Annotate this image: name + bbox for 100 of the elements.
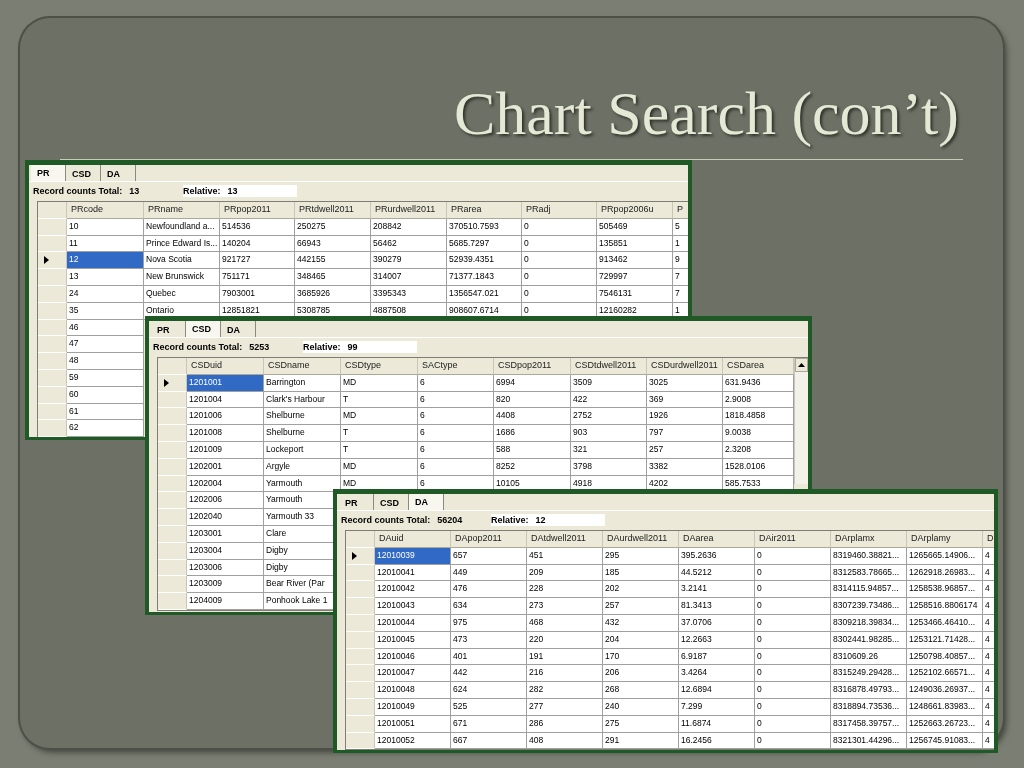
tab[interactable]: DA bbox=[221, 321, 256, 337]
table-cell: 1202006 bbox=[187, 492, 264, 510]
record-count-label: Record counts Total: bbox=[33, 186, 123, 196]
table-cell: 1686 bbox=[494, 425, 571, 442]
table-cell: 634 bbox=[451, 598, 527, 615]
column-header[interactable]: PRcode bbox=[67, 202, 144, 219]
row-pointer-icon bbox=[44, 256, 49, 265]
relative-label: Relative: bbox=[183, 186, 221, 196]
table-cell: 442 bbox=[451, 665, 527, 683]
table-cell: 1818.4858 bbox=[723, 408, 794, 426]
table-cell: 6 bbox=[418, 425, 494, 442]
table-cell: New Brunswick bbox=[144, 269, 220, 286]
table-cell: 8314115.94857... bbox=[831, 581, 907, 599]
table-cell: 4 bbox=[983, 564, 994, 582]
column-header[interactable]: SACtype bbox=[418, 358, 494, 375]
table-cell: 282 bbox=[527, 682, 603, 699]
column-header[interactable]: PRadj bbox=[522, 202, 597, 219]
table-cell: 0 bbox=[522, 269, 597, 286]
table-cell: 273 bbox=[527, 598, 603, 615]
table-cell: 442155 bbox=[295, 252, 371, 270]
table-cell: 48 bbox=[67, 353, 144, 370]
tab[interactable]: PR bbox=[339, 494, 374, 510]
column-header[interactable]: CSDarea bbox=[723, 358, 794, 375]
column-header[interactable]: DAtdwell2011 bbox=[527, 531, 603, 548]
table-cell: 268 bbox=[603, 682, 679, 699]
tab[interactable]: DA bbox=[101, 165, 136, 181]
table-cell: 9 bbox=[673, 252, 688, 270]
column-header[interactable]: CSDtdwell2011 bbox=[571, 358, 647, 375]
column-header[interactable]: DArplamy bbox=[907, 531, 983, 548]
slide-title: Chart Search (con’t) bbox=[454, 78, 959, 149]
table-cell: 4 bbox=[983, 547, 994, 565]
column-header[interactable]: CSDpop2011 bbox=[494, 358, 571, 375]
table-cell: Nova Scotia bbox=[144, 252, 220, 270]
table-cell: 348465 bbox=[295, 269, 371, 286]
table-cell: 47 bbox=[67, 336, 144, 354]
column-header[interactable]: PRpop2006u bbox=[597, 202, 673, 219]
table-cell: 3.4264 bbox=[679, 665, 755, 683]
table-cell: 390279 bbox=[371, 252, 447, 270]
table-cell: 0 bbox=[755, 598, 831, 615]
relative-value: 13 bbox=[227, 186, 238, 196]
table-cell: 4 bbox=[983, 698, 994, 716]
scroll-up-button[interactable] bbox=[795, 358, 808, 372]
column-header[interactable]: PRarea bbox=[447, 202, 522, 219]
table-cell: 1204009 bbox=[187, 593, 264, 610]
record-count-value: 5253 bbox=[249, 342, 270, 352]
table-cell: 12010043 bbox=[375, 598, 451, 615]
table-cell: 4 bbox=[983, 631, 994, 649]
table-cell: 257 bbox=[603, 598, 679, 615]
relative-label: Relative: bbox=[303, 342, 341, 352]
column-header[interactable]: DAir2011 bbox=[755, 531, 831, 548]
tab[interactable]: PR bbox=[31, 165, 66, 181]
table-cell: 476 bbox=[451, 581, 527, 599]
column-header[interactable]: DAuid bbox=[375, 531, 451, 548]
table-cell: Shelburne bbox=[264, 408, 341, 426]
tab[interactable]: CSD bbox=[66, 165, 101, 181]
relative-value: 99 bbox=[347, 342, 358, 352]
table-cell: 903 bbox=[571, 425, 647, 442]
column-header[interactable]: CSDurdwell2011 bbox=[647, 358, 723, 375]
table-cell: 52939.4351 bbox=[447, 252, 522, 270]
record-count-value: 13 bbox=[129, 186, 140, 196]
table-cell: 8315249.29428... bbox=[831, 665, 907, 683]
tab[interactable]: CSD bbox=[186, 321, 221, 337]
relative-value: 12 bbox=[535, 515, 546, 525]
table-cell: 228 bbox=[527, 581, 603, 599]
table-cell: 6 bbox=[418, 408, 494, 426]
table-cell: 4 bbox=[983, 581, 994, 599]
table-cell: 921727 bbox=[220, 252, 295, 270]
table-cell: 1201006 bbox=[187, 408, 264, 426]
column-header[interactable]: PRurdwell2011 bbox=[371, 202, 447, 219]
column-header[interactable]: CSDuid bbox=[187, 358, 264, 375]
table-cell: 4 bbox=[983, 682, 994, 699]
table-cell: 1926 bbox=[647, 408, 723, 426]
column-header[interactable]: CSDname bbox=[264, 358, 341, 375]
table-cell: 12.6894 bbox=[679, 682, 755, 699]
table-cell: 3.2141 bbox=[679, 581, 755, 599]
column-header[interactable]: PRname bbox=[144, 202, 220, 219]
table-cell: 7 bbox=[673, 269, 688, 286]
column-header[interactable]: DApop2011 bbox=[451, 531, 527, 548]
table-cell: 729997 bbox=[597, 269, 673, 286]
table-cell: 797 bbox=[647, 425, 723, 442]
table-cell: 624 bbox=[451, 682, 527, 699]
table-cell: MD bbox=[341, 408, 418, 426]
row-pointer-icon bbox=[164, 378, 169, 387]
table-cell: 12010048 bbox=[375, 682, 451, 699]
row-header[interactable] bbox=[38, 252, 67, 270]
table-cell: 71377.1843 bbox=[447, 269, 522, 286]
table-cell: 12 bbox=[67, 252, 144, 270]
table-cell: Shelburne bbox=[264, 425, 341, 442]
table-cell: 8307239.73486... bbox=[831, 598, 907, 615]
column-header[interactable]: CSDtype bbox=[341, 358, 418, 375]
table-cell: 4 bbox=[983, 732, 994, 750]
scrollbar[interactable] bbox=[794, 358, 808, 484]
table-cell: 913462 bbox=[597, 252, 673, 270]
column-header[interactable]: PRpop2011 bbox=[220, 202, 295, 219]
column-header[interactable]: DAarea bbox=[679, 531, 755, 548]
column-header[interactable]: DArplamx bbox=[831, 531, 907, 548]
table-cell: 0 bbox=[755, 682, 831, 699]
tab[interactable]: DA bbox=[409, 494, 444, 510]
column-header[interactable]: DAurdwell2011 bbox=[603, 531, 679, 548]
column-header[interactable]: PRtdwell2011 bbox=[295, 202, 371, 219]
